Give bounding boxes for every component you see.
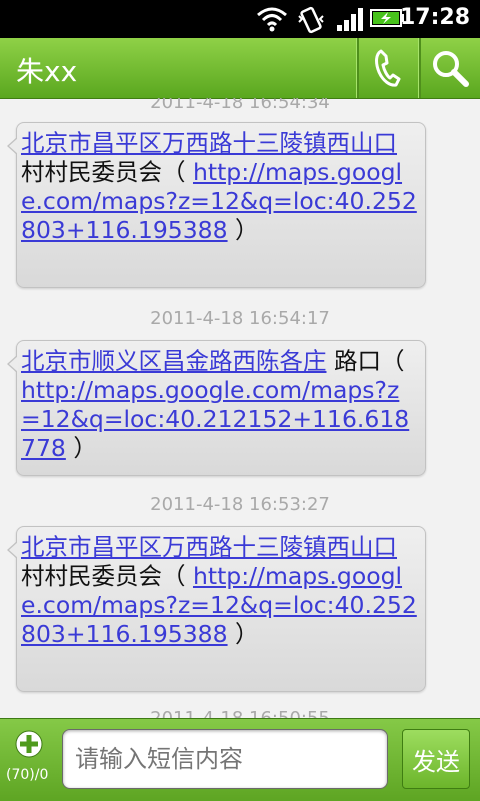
phone-icon (375, 49, 401, 87)
message-timestamp: 2011-4-18 16:50:55 (0, 708, 480, 718)
message-text: 路口（ (326, 347, 405, 375)
address-link[interactable]: 北京市昌平区万西路十三陵镇西山口 (21, 129, 397, 157)
message-list[interactable]: 2011-4-18 16:54:34 北京市昌平区万西路十三陵镇西山口 村村民委… (0, 98, 480, 718)
header-divider (356, 38, 359, 98)
message-text: ） (227, 620, 259, 648)
message-bubble[interactable]: 北京市昌平区万西路十三陵镇西山口 村村民委员会（ http://maps.goo… (7, 526, 426, 692)
message-bubble[interactable]: 北京市昌平区万西路十三陵镇西山口 村村民委员会（ http://maps.goo… (7, 122, 426, 288)
message-timestamp: 2011-4-18 16:54:17 (150, 308, 330, 329)
wifi-icon (257, 7, 287, 32)
call-button[interactable] (360, 38, 418, 98)
attach-button[interactable] (4, 725, 54, 795)
message-text: ） (65, 434, 97, 462)
message-timestamp: 2011-4-18 16:54:34 (150, 98, 330, 113)
conversation-header: 朱xx (0, 38, 480, 99)
add-attachment-icon (15, 730, 43, 758)
status-bar: 17:28 (0, 0, 480, 38)
vibrate-icon (298, 6, 324, 34)
message-text: 村村民委员会（ (21, 158, 193, 186)
status-time: 17:28 (399, 5, 470, 30)
send-button[interactable]: 发送 (402, 729, 470, 789)
search-icon (433, 51, 469, 87)
address-link[interactable]: 北京市昌平区万西路十三陵镇西山口 (21, 533, 397, 561)
message-timestamp: 2011-4-18 16:53:27 (150, 494, 330, 515)
message-input[interactable] (62, 729, 388, 789)
address-link[interactable]: 北京市顺义区昌金路西陈各庄 (21, 347, 327, 375)
message-text: 村村民委员会（ (21, 562, 193, 590)
compose-bar: (70)/0 发送 (0, 718, 480, 801)
contact-name: 朱xx (16, 55, 78, 88)
search-button[interactable] (421, 38, 479, 98)
character-counter: (70)/0 (6, 767, 49, 783)
message-bubble[interactable]: 北京市顺义区昌金路西陈各庄 路口（ http://maps.google.com… (7, 340, 426, 476)
message-text: ） (227, 216, 259, 244)
signal-icon (337, 8, 363, 31)
